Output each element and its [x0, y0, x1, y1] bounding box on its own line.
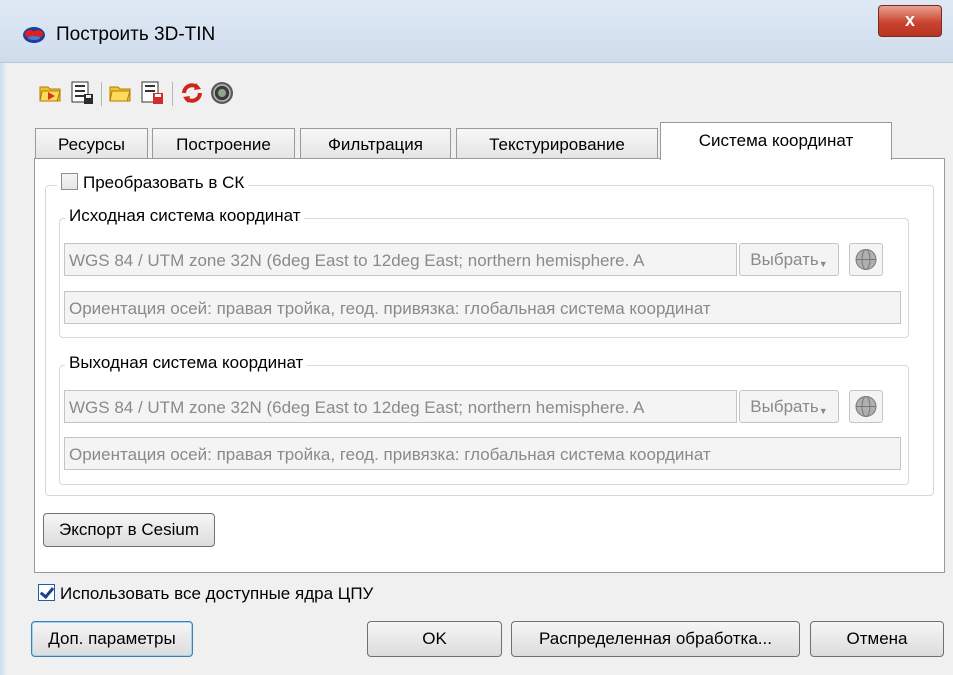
use-all-cores-checkbox[interactable]: Использовать все доступные ядра ЦПУ	[38, 584, 373, 604]
output-cs-field[interactable]: WGS 84 / UTM zone 32N (6deg East to 12de…	[64, 390, 737, 423]
source-select-button[interactable]: Выбрать▼	[739, 243, 839, 276]
tab-label: Ресурсы	[57, 135, 126, 154]
ok-button[interactable]: OK	[367, 621, 502, 657]
tab-label: Построение	[176, 135, 271, 154]
select-label: Выбрать	[750, 397, 819, 416]
save-list-icon[interactable]	[69, 80, 95, 106]
cancel-button[interactable]: Отмена	[810, 621, 944, 657]
close-button[interactable]: x	[878, 5, 942, 37]
globe-icon	[855, 396, 877, 417]
toolbar-separator	[172, 82, 173, 106]
settings-gear-icon[interactable]	[209, 80, 235, 106]
checkbox-box[interactable]	[38, 584, 55, 601]
tab-construction[interactable]: Построение	[152, 128, 295, 159]
tab-filtering[interactable]: Фильтрация	[300, 128, 451, 159]
window-frame-left	[0, 62, 6, 675]
source-orientation-field[interactable]: Ориентация осей: правая тройка, геод. пр…	[64, 291, 901, 324]
output-cs-title: Выходная система координат	[65, 353, 308, 373]
dialog-window: Построить 3D-TIN x Ресурсы Построение Фи…	[0, 0, 953, 675]
select-label: Выбрать	[750, 250, 819, 269]
source-cs-field[interactable]: WGS 84 / UTM zone 32N (6deg East to 12de…	[64, 243, 737, 276]
tab-label: Текстурирование	[489, 135, 625, 154]
output-orientation-field[interactable]: Ориентация осей: правая тройка, геод. пр…	[64, 437, 901, 470]
source-globe-button[interactable]	[849, 243, 883, 276]
tab-panel-coordinate-system: Преобразовать в СК Исходная система коор…	[34, 158, 945, 573]
extra-params-button[interactable]: Доп. параметры	[31, 621, 193, 657]
save-red-icon[interactable]	[139, 80, 165, 106]
window-title: Построить 3D-TIN	[56, 24, 216, 45]
convert-checkbox[interactable]: Преобразовать в СК	[57, 173, 249, 193]
output-globe-button[interactable]	[849, 390, 883, 423]
open-folder-arrow-icon[interactable]	[38, 80, 64, 106]
distributed-processing-button[interactable]: Распределенная обработка...	[511, 621, 800, 657]
tab-label: Фильтрация	[327, 135, 423, 154]
globe-icon	[855, 249, 877, 270]
tab-label: Система координат	[698, 131, 854, 150]
use-all-cores-label: Использовать все доступные ядра ЦПУ	[60, 584, 374, 603]
close-icon: x	[904, 10, 915, 30]
tab-resources[interactable]: Ресурсы	[35, 128, 148, 159]
chevron-down-icon: ▼	[818, 406, 828, 416]
tab-texturing[interactable]: Текстурирование	[456, 128, 658, 159]
source-cs-title: Исходная система координат	[65, 206, 305, 226]
chevron-down-icon: ▼	[818, 259, 828, 269]
app-tin-icon	[23, 27, 45, 43]
output-select-button[interactable]: Выбрать▼	[739, 390, 839, 423]
export-cesium-button[interactable]: Экспорт в Cesium	[43, 513, 215, 547]
open-folder-icon[interactable]	[108, 80, 134, 106]
title-bar[interactable]: Построить 3D-TIN x	[0, 0, 953, 63]
toolbar-separator	[101, 82, 102, 106]
tab-coordinate-system[interactable]: Система координат	[660, 122, 892, 160]
checkbox-box[interactable]	[61, 173, 78, 190]
convert-label: Преобразовать в СК	[83, 173, 245, 192]
refresh-icon[interactable]	[179, 80, 205, 106]
toolbar	[38, 78, 338, 110]
